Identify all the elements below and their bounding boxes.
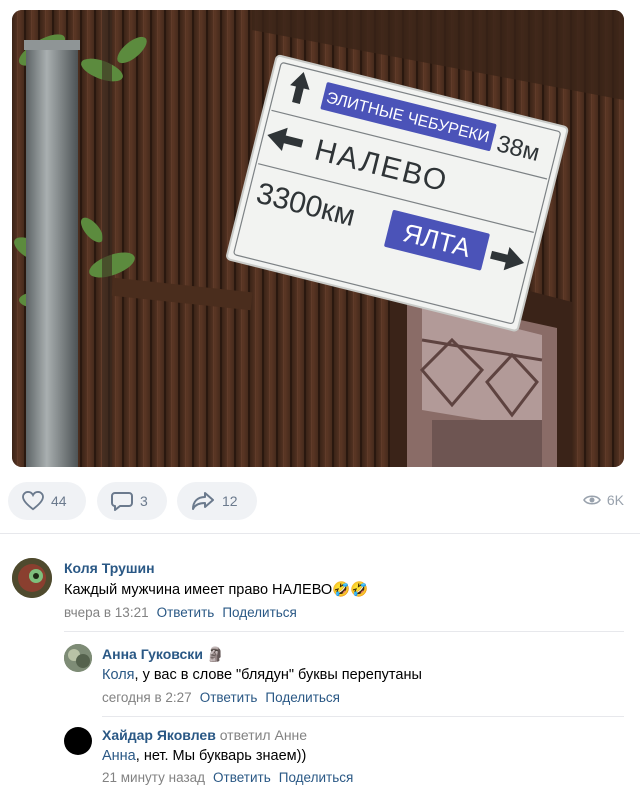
share-link[interactable]: Поделиться [222,605,297,620]
reply-to-label[interactable]: ответил Анне [220,727,307,743]
comment-time[interactable]: вчера в 13:21 [64,605,149,620]
share-link[interactable]: Поделиться [265,690,340,705]
mention-link[interactable]: Коля [102,667,135,683]
comment-icon [111,491,133,511]
share-icon [192,492,214,510]
comment-body: , у вас в слове "блядун" буквы перепутан… [134,667,422,683]
like-button[interactable]: 44 [8,482,86,520]
comment-meta: 21 минуту назад Ответить Поделиться [102,770,353,785]
comment-meta: сегодня в 2:27 Ответить Поделиться [102,690,340,705]
comment-body: , нет. Мы букварь знаем)) [135,748,307,764]
comment-separator [64,631,624,632]
avatar[interactable] [64,727,92,755]
comment-button[interactable]: 3 [97,482,167,520]
author-badge: 🗿 [206,646,225,662]
comment-text: Каждый мужчина имеет право НАЛЕВО🤣🤣 [64,582,369,598]
share-count: 12 [222,493,238,509]
post-actions: 44 3 12 6K [0,481,640,521]
comment-text: Анна, нет. Мы букварь знаем)) [102,748,306,764]
share-button[interactable]: 12 [177,482,257,520]
author-name[interactable]: Анна Гуковски [102,646,203,662]
divider [0,533,640,534]
mention-link[interactable]: Анна [102,748,136,764]
eye-icon [582,495,601,505]
author-name[interactable]: Хайдар Яковлев [102,727,216,743]
comment-count: 3 [140,493,148,509]
photo-illustration: ЭЛИТНЫЕ ЧЕБУРЕКИ 38м НАЛЕВО 3300км ЯЛТА [12,10,624,467]
reply-button[interactable]: Ответить [200,690,258,705]
reply-button[interactable]: Ответить [213,770,271,785]
comment-time[interactable]: сегодня в 2:27 [102,690,192,705]
comment-text: Коля, у вас в слове "блядун" буквы переп… [102,667,422,683]
comment-author[interactable]: Анна Гуковски 🗿 [102,646,224,663]
comment-time[interactable]: 21 минуту назад [102,770,205,785]
avatar-image [12,558,52,598]
views-counter: 6K [582,492,624,508]
like-count: 44 [51,493,67,509]
views-count: 6K [606,492,624,508]
heart-icon [22,491,44,511]
comment-meta: вчера в 13:21 Ответить Поделиться [64,605,297,620]
comment-author[interactable]: Коля Трушин [64,560,155,576]
avatar-image [64,644,92,672]
reply-button[interactable]: Ответить [157,605,215,620]
avatar[interactable] [64,644,92,672]
comment-author[interactable]: Хайдар Яковлев ответил Анне [102,727,307,743]
share-link[interactable]: Поделиться [279,770,354,785]
post-photo[interactable]: ЭЛИТНЫЕ ЧЕБУРЕКИ 38м НАЛЕВО 3300км ЯЛТА [12,10,624,467]
avatar[interactable] [12,558,52,598]
comment-separator [102,716,624,717]
